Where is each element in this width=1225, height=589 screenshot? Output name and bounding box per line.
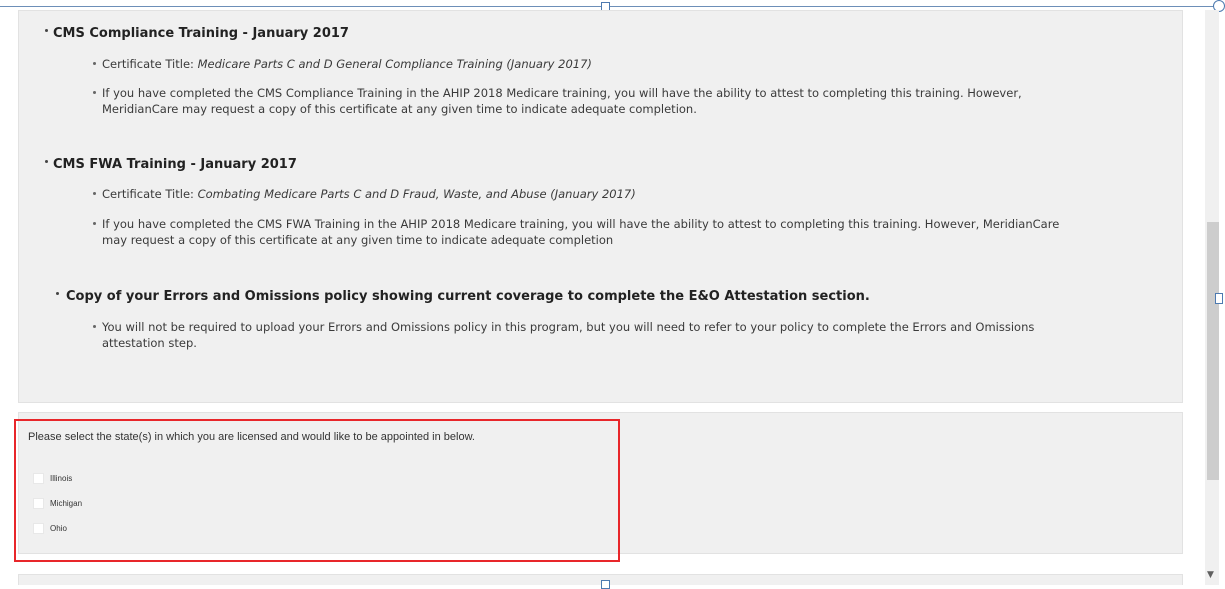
resize-handle-right[interactable] — [1215, 293, 1223, 304]
item-text-line: You will not be required to upload your … — [102, 320, 1035, 334]
state-label: Illinois — [50, 473, 73, 483]
section-title-cms-compliance: CMS Compliance Training - January 2017 — [45, 26, 349, 41]
item-prefix: Certificate Title: — [102, 187, 198, 201]
section-title-text: Copy of your Errors and Omissions policy… — [66, 289, 870, 304]
list-item: Certificate Title: Combating Medicare Pa… — [93, 186, 636, 202]
item-text-line: MeridianCare may request a copy of this … — [102, 102, 697, 116]
state-label: Michigan — [50, 498, 83, 508]
state-option-ohio[interactable]: Ohio — [33, 521, 67, 535]
bullet-icon — [45, 160, 48, 163]
bullet-icon — [45, 29, 48, 32]
bullet-icon — [93, 192, 96, 195]
scroll-down-icon[interactable]: ▼ — [1207, 570, 1214, 580]
states-prompt: Please select the state(s) in which you … — [28, 431, 475, 443]
checkbox[interactable] — [33, 472, 44, 484]
certificate-title: Medicare Parts C and D General Complianc… — [197, 57, 592, 71]
section-title-cms-fwa: CMS FWA Training - January 2017 — [45, 157, 297, 172]
bullet-icon — [93, 325, 96, 328]
certificate-title: Combating Medicare Parts C and D Fraud, … — [197, 187, 636, 201]
section-title-text: CMS Compliance Training - January 2017 — [53, 26, 349, 41]
item-text-line: If you have completed the CMS Compliance… — [102, 86, 1022, 100]
item-text-line: attestation step. — [102, 336, 197, 350]
list-item: Certificate Title: Medicare Parts C and … — [93, 56, 592, 72]
bullet-icon — [93, 222, 96, 225]
checkbox[interactable] — [33, 497, 44, 509]
list-item: If you have completed the CMS FWA Traini… — [93, 216, 1060, 248]
item-text-line: If you have completed the CMS FWA Traini… — [102, 217, 1060, 231]
scrollbar-thumb[interactable] — [1207, 222, 1219, 480]
state-option-illinois[interactable]: Illinois — [33, 471, 72, 485]
list-item: If you have completed the CMS Compliance… — [93, 85, 1022, 117]
item-text-line: may request a copy of this certificate a… — [102, 233, 614, 247]
section-title-text: CMS FWA Training - January 2017 — [53, 157, 297, 172]
state-option-michigan[interactable]: Michigan — [33, 496, 82, 510]
bullet-icon — [93, 62, 96, 65]
section-title-errors-omissions: Copy of your Errors and Omissions policy… — [56, 289, 870, 304]
bullet-icon — [93, 91, 96, 94]
state-label: Ohio — [50, 523, 67, 533]
checkbox[interactable] — [33, 522, 44, 534]
list-item: You will not be required to upload your … — [93, 319, 1035, 351]
bullet-icon — [56, 292, 59, 295]
item-prefix: Certificate Title: — [102, 57, 198, 71]
